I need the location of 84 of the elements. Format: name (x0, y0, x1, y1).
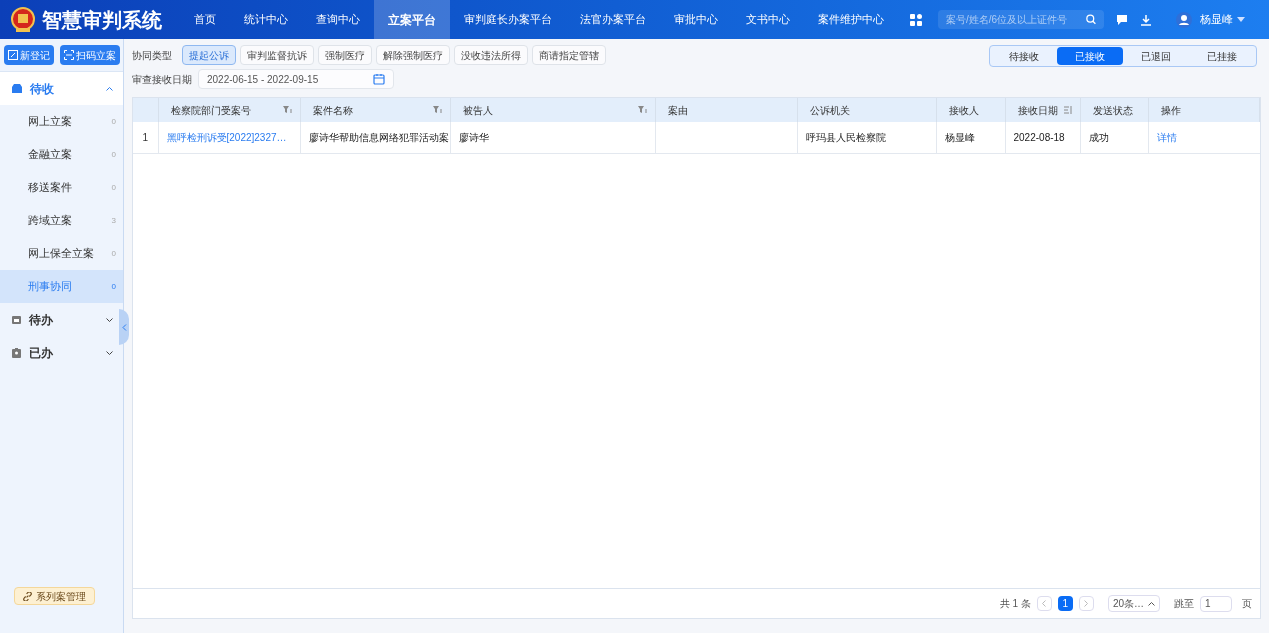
nav-tab[interactable]: 立案平台 (374, 0, 450, 39)
chevron-down-icon (106, 317, 113, 322)
avatar-icon[interactable] (1176, 11, 1192, 28)
table-cell: 廖诗华帮助信息网络犯罪活动案 (308, 131, 449, 143)
jump-label: 跳至 (1174, 597, 1194, 611)
item-count: 3 (111, 214, 116, 227)
chevron-right-icon (1084, 600, 1089, 607)
page-size-select[interactable]: 20条… (1107, 595, 1160, 612)
sidebar-group[interactable]: 待收 (0, 72, 123, 105)
nav-tab[interactable]: 审判庭长办案平台 (450, 0, 566, 39)
nav-tab[interactable]: 案件维护中心 (804, 0, 898, 39)
clipboard-icon (12, 347, 21, 358)
user-name[interactable]: 杨显峰 (1200, 11, 1233, 28)
filter-icon[interactable] (432, 106, 442, 114)
new-registration-button[interactable]: 新登记 (4, 45, 54, 65)
emblem-icon (10, 5, 36, 34)
chevron-up-icon (106, 86, 113, 91)
message-icon[interactable] (1116, 13, 1128, 26)
scan-icon (64, 50, 74, 60)
filter-chip[interactable]: 强制医疗 (318, 45, 372, 65)
nav-tab[interactable]: 查询中心 (302, 0, 374, 39)
chevron-left-icon (121, 323, 127, 331)
app-title: 智慧审判系统 (42, 7, 162, 33)
sidebar-group[interactable]: 待办 (0, 303, 123, 336)
filter-chip[interactable]: 提起公诉 (182, 45, 236, 65)
chevron-down-icon (106, 350, 113, 355)
series-case-button[interactable]: 系列案管理 (14, 587, 95, 605)
column-header: 被告人 (461, 103, 493, 118)
column-header: 案由 (666, 103, 688, 118)
filter-chip[interactable]: 解除强制医疗 (376, 45, 450, 65)
page-button[interactable]: 1 (1057, 596, 1073, 611)
row-number: 1 (133, 122, 158, 153)
column-header: 案件名称 (311, 103, 353, 118)
jump-page-field[interactable]: 1 (1200, 595, 1232, 612)
nav-tab[interactable]: 统计中心 (230, 0, 302, 39)
status-tab[interactable]: 待接收 (991, 47, 1057, 65)
calendar-icon[interactable] (373, 73, 385, 85)
status-tab[interactable]: 已接收 (1057, 47, 1123, 65)
date-range-field[interactable]: 2022-06-15 - 2022-09-15 (198, 69, 394, 89)
status-tab[interactable]: 已退回 (1123, 47, 1189, 65)
chevron-up-icon (1148, 601, 1155, 606)
column-header: 接收日期 (1016, 103, 1058, 118)
nav-tab[interactable]: 文书中心 (732, 0, 804, 39)
total-count: 共 1 条 (999, 597, 1031, 611)
filter-label: 协同类型 (132, 48, 172, 63)
nav-tab[interactable]: 法官办案平台 (566, 0, 660, 39)
edit-icon (8, 50, 18, 60)
search-icon[interactable] (1085, 14, 1096, 25)
page-unit-label: 页 (1242, 597, 1252, 611)
filter-icon[interactable] (282, 106, 292, 114)
nav-tab[interactable]: 首页 (180, 0, 230, 39)
filter-chip[interactable]: 审判监督抗诉 (240, 45, 314, 65)
sidebar-group[interactable]: 已办 (0, 336, 123, 369)
column-header: 检察院部门受案号 (169, 103, 251, 118)
calendar-icon (12, 315, 21, 324)
case-number-link[interactable]: 黑呼检刑诉受[2022]2327… (166, 131, 287, 143)
sidebar-item[interactable]: 跨域立案 3 (0, 204, 123, 237)
inbox-icon (12, 84, 22, 93)
table-cell: 杨显峰 (944, 131, 975, 143)
chevron-left-icon (1042, 600, 1047, 607)
column-header: 发送状态 (1091, 103, 1133, 118)
filter-icon[interactable] (637, 106, 647, 114)
table-cell: 2022-08-18 (1013, 131, 1065, 143)
scan-button[interactable]: 扫码立案 (60, 45, 120, 65)
status-tab[interactable]: 已挂接 (1189, 47, 1255, 65)
column-header: 公诉机关 (808, 103, 850, 118)
column-header: 操作 (1159, 103, 1181, 118)
collapse-handle[interactable] (119, 309, 129, 345)
table-cell: 呼玛县人民检察院 (805, 131, 886, 143)
link-icon (23, 591, 32, 601)
filter-label: 审查接收日期 (132, 72, 192, 87)
table-cell: 成功 (1088, 131, 1109, 143)
filter-chip[interactable]: 商请指定管辖 (532, 45, 606, 65)
detail-link[interactable]: 详情 (1156, 131, 1177, 143)
item-count: 0 (111, 280, 116, 293)
column-header: 接收人 (947, 103, 979, 118)
filter-chip[interactable]: 没收违法所得 (454, 45, 528, 65)
table-cell: 廖诗华 (458, 131, 489, 143)
caret-icon[interactable] (1237, 17, 1245, 22)
apps-grid-icon[interactable] (910, 13, 922, 26)
nav-tab[interactable]: 审批中心 (660, 0, 732, 39)
download-icon[interactable] (1140, 13, 1152, 26)
search-field[interactable]: 案号/姓名/6位及以上证件号 (938, 10, 1104, 29)
sort-icon[interactable] (1063, 106, 1072, 114)
